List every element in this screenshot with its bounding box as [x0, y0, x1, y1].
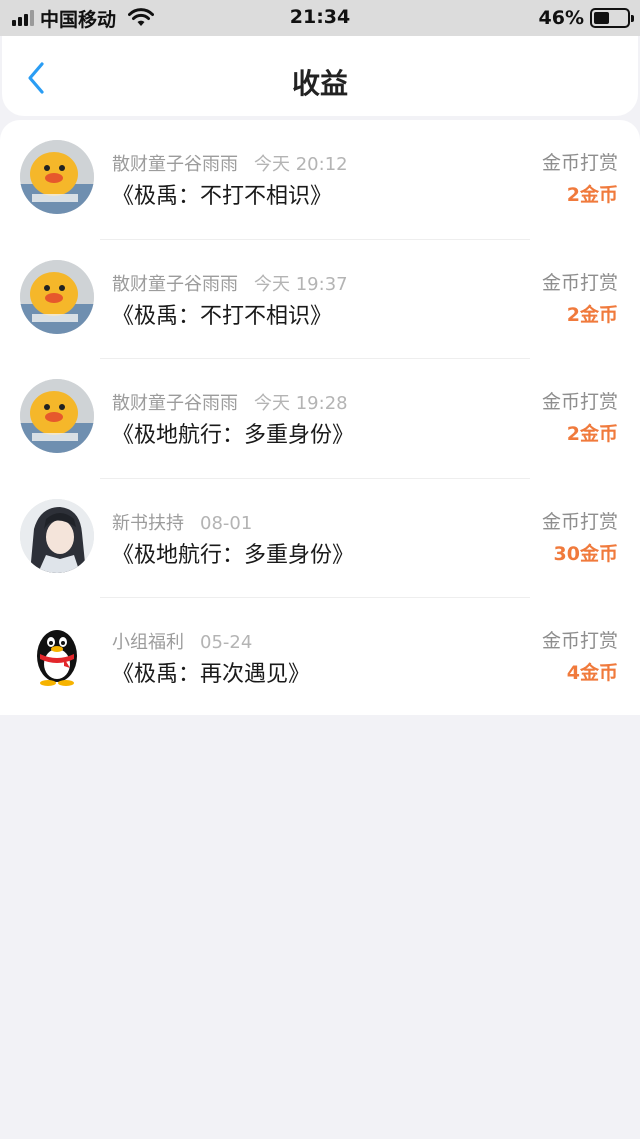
page-title: 收益 — [291, 67, 348, 100]
book-title: 《极地航行：多重身份》 — [112, 542, 355, 568]
sender-name: 散财童子谷雨雨 — [112, 273, 238, 295]
item-meta: 散财童子谷雨雨 今天 20:12 — [112, 150, 348, 176]
list-item[interactable]: 新书扶持 08-01 《极地航行：多重身份》 金币打赏 30金币 — [0, 479, 640, 598]
reward-type: 金币打赏 — [541, 510, 618, 533]
list-item[interactable]: 散财童子谷雨雨 今天 20:12 《极禹：不打不相识》 金币打赏 2金币 — [0, 120, 640, 240]
book-title: 《极禹：不打不相识》 — [112, 184, 333, 209]
duck-avatar — [20, 379, 94, 453]
battery-percent: 46% — [538, 7, 584, 29]
reward-amount: 2金币 — [566, 184, 618, 206]
list-item[interactable]: 散财童子谷雨雨 今天 19:37 《极禹：不打不相识》 金币打赏 2金币 — [0, 240, 640, 359]
item-time: 今天 20:12 — [254, 154, 348, 175]
list-item[interactable]: 小组福利 05-24 《极禹：再次遇见》 金币打赏 4金币 — [0, 598, 640, 718]
nav-bar: 收益 — [2, 36, 638, 116]
status-right: 46% — [538, 6, 634, 30]
penguin-avatar — [20, 618, 94, 692]
list-item[interactable]: 散财童子谷雨雨 今天 19:28 《极地航行：多重身份》 金币打赏 2金币 — [0, 359, 640, 479]
reward-type: 金币打赏 — [541, 391, 618, 413]
reward-type: 金币打赏 — [541, 271, 618, 294]
item-time: 今天 19:37 — [254, 273, 348, 295]
item-meta: 散财童子谷雨雨 今天 19:28 — [112, 389, 348, 415]
book-title: 《极禹：不打不相识》 — [112, 303, 333, 329]
item-time: 08-01 — [200, 512, 253, 534]
anime-avatar — [20, 498, 94, 573]
battery-icon — [590, 8, 634, 28]
duck-avatar — [20, 259, 94, 334]
earnings-list: 散财童子谷雨雨 今天 20:12 《极禹：不打不相识》 金币打赏 2金币 散财童子… — [0, 120, 640, 715]
reward-amount: 2金币 — [566, 303, 618, 326]
item-time: 今天 19:28 — [254, 393, 348, 414]
item-time: 05-24 — [200, 632, 253, 653]
item-meta: 小组福利 05-24 — [112, 628, 252, 654]
book-title: 《极禹：再次遇见》 — [112, 662, 311, 687]
book-title: 《极地航行：多重身份》 — [112, 423, 355, 448]
reward-amount: 2金币 — [566, 423, 618, 445]
sender-name: 小组福利 — [112, 632, 184, 653]
duck-avatar — [20, 140, 94, 214]
sender-name: 新书扶持 — [112, 512, 184, 534]
status-bar: 中国移动 21:34 46% — [0, 0, 640, 36]
sender-name: 散财童子谷雨雨 — [112, 154, 238, 175]
sender-name: 散财童子谷雨雨 — [112, 393, 238, 414]
item-meta: 新书扶持 08-01 — [112, 509, 252, 535]
reward-type: 金币打赏 — [541, 152, 618, 174]
item-meta: 散财童子谷雨雨 今天 19:37 — [112, 270, 348, 296]
reward-amount: 4金币 — [566, 662, 618, 684]
reward-type: 金币打赏 — [541, 630, 618, 652]
reward-amount: 30金币 — [553, 542, 618, 565]
battery-fill — [594, 12, 609, 24]
